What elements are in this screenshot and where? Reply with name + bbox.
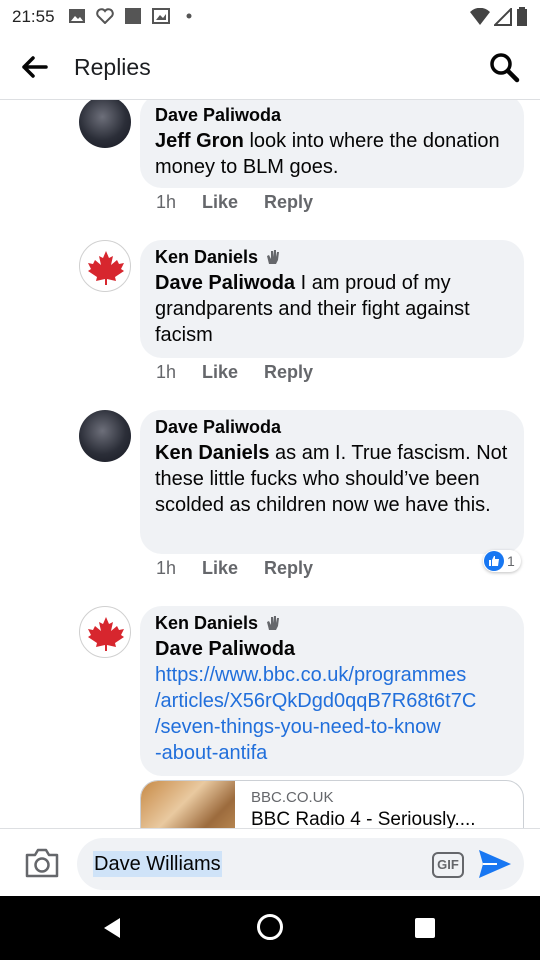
comment-time[interactable]: 1h — [156, 558, 202, 579]
comment-actions: 1h Like Reply — [156, 558, 313, 579]
mention[interactable]: Ken Daniels — [155, 442, 269, 464]
maple-leaf-icon — [88, 251, 124, 285]
url-line[interactable]: /seven-things-you-need-to-know — [155, 714, 508, 740]
avatar[interactable] — [79, 410, 131, 462]
comment-author[interactable]: Dave Paliwoda — [155, 416, 508, 438]
square-icon — [125, 8, 141, 24]
signal-icon — [494, 8, 512, 26]
author-name[interactable]: Dave Paliwoda — [155, 416, 281, 438]
author-name[interactable]: Ken Daniels — [155, 246, 258, 268]
mention[interactable]: Dave Paliwoda — [155, 636, 508, 662]
wifi-icon — [470, 8, 490, 25]
status-time: 21:55 — [12, 7, 55, 26]
avatar[interactable] — [79, 606, 131, 658]
like-button[interactable]: Like — [202, 192, 264, 213]
author-name[interactable]: Dave Paliwoda — [155, 104, 281, 126]
app-header: Replies — [0, 34, 540, 100]
battery-icon — [517, 7, 527, 26]
reaction-count: 1 — [507, 553, 515, 569]
comment-text: Jeff Gron look into where the donation m… — [155, 128, 508, 180]
gesture-icon — [267, 250, 280, 264]
comment-bubble[interactable]: Ken Daniels Dave Paliwoda https://www.bb… — [140, 606, 524, 776]
mention[interactable]: Dave Paliwoda — [155, 272, 295, 294]
reply-button[interactable]: Reply — [264, 558, 313, 579]
dot-icon — [186, 13, 192, 19]
comment-text: Dave Paliwoda I am proud of my grandpare… — [155, 270, 508, 348]
comment-actions: 1h Like Reply — [156, 192, 313, 213]
gesture-icon — [267, 616, 280, 630]
like-button[interactable]: Like — [202, 362, 264, 383]
nav-home-icon[interactable] — [257, 914, 283, 940]
android-nav-bar — [0, 896, 540, 960]
comment-bubble[interactable]: Dave Paliwoda Jeff Gron look into where … — [140, 100, 524, 188]
comment-author[interactable]: Ken Daniels — [155, 246, 508, 268]
avatar[interactable] — [79, 240, 131, 292]
comment-bubble[interactable]: Ken Daniels Dave Paliwoda I am proud of … — [140, 240, 524, 358]
comment-input[interactable]: Dave Williams GIF — [77, 838, 524, 890]
comment-time[interactable]: 1h — [156, 362, 202, 383]
send-icon[interactable] — [477, 848, 513, 880]
reaction-badge[interactable]: 1 — [483, 550, 521, 572]
notification-icons — [68, 8, 198, 24]
comment-actions: 1h Like Reply — [156, 362, 313, 383]
comment-input-value[interactable]: Dave Williams — [93, 851, 222, 877]
gallery-icon — [152, 8, 170, 24]
status-bar: 21:55 — [0, 0, 540, 34]
comment-composer: Dave Williams GIF — [0, 828, 540, 896]
url-line[interactable]: /articles/X56rQkDgd0qqB7R68t6t7C — [155, 688, 508, 714]
back-arrow-icon[interactable] — [20, 53, 50, 81]
heart-icon — [96, 8, 114, 24]
gif-icon[interactable]: GIF — [432, 852, 464, 878]
comment-text: Dave Paliwoda https://www.bbc.co.uk/prog… — [155, 636, 508, 766]
link-preview-card[interactable]: BBC.CO.UK BBC Radio 4 - Seriously.... — [140, 780, 524, 828]
maple-leaf-icon — [88, 617, 124, 651]
comment-author[interactable]: Dave Paliwoda — [155, 104, 508, 126]
preview-thumbnail — [141, 781, 235, 828]
comment-author[interactable]: Ken Daniels — [155, 612, 508, 634]
comment-bubble[interactable]: Dave Paliwoda Ken Daniels as am I. True … — [140, 410, 524, 554]
nav-recents-icon[interactable] — [415, 918, 435, 938]
url-line[interactable]: https://www.bbc.co.uk/programmes — [155, 662, 508, 688]
nav-back-icon[interactable] — [100, 916, 124, 940]
mention[interactable]: Jeff Gron — [155, 130, 244, 152]
comment-thread[interactable]: Dave Paliwoda Jeff Gron look into where … — [0, 100, 540, 828]
system-icons — [470, 7, 528, 27]
url-link[interactable]: https://www.bbc.co.uk/programmes /articl… — [155, 662, 508, 766]
reply-button[interactable]: Reply — [264, 362, 313, 383]
preview-domain: BBC.CO.UK — [251, 789, 334, 806]
comment-time[interactable]: 1h — [156, 192, 202, 213]
comment-text: Ken Daniels as am I. True fascism. Not t… — [155, 440, 508, 518]
reply-button[interactable]: Reply — [264, 192, 313, 213]
url-line[interactable]: -about-antifa — [155, 740, 508, 766]
page-title: Replies — [74, 54, 151, 80]
preview-title: BBC Radio 4 - Seriously.... — [251, 809, 476, 828]
author-name[interactable]: Ken Daniels — [155, 612, 258, 634]
like-icon — [484, 551, 504, 571]
image-icon — [69, 9, 85, 23]
avatar[interactable] — [79, 100, 131, 148]
like-button[interactable]: Like — [202, 558, 264, 579]
search-icon[interactable] — [488, 51, 520, 83]
camera-icon[interactable] — [24, 847, 60, 879]
